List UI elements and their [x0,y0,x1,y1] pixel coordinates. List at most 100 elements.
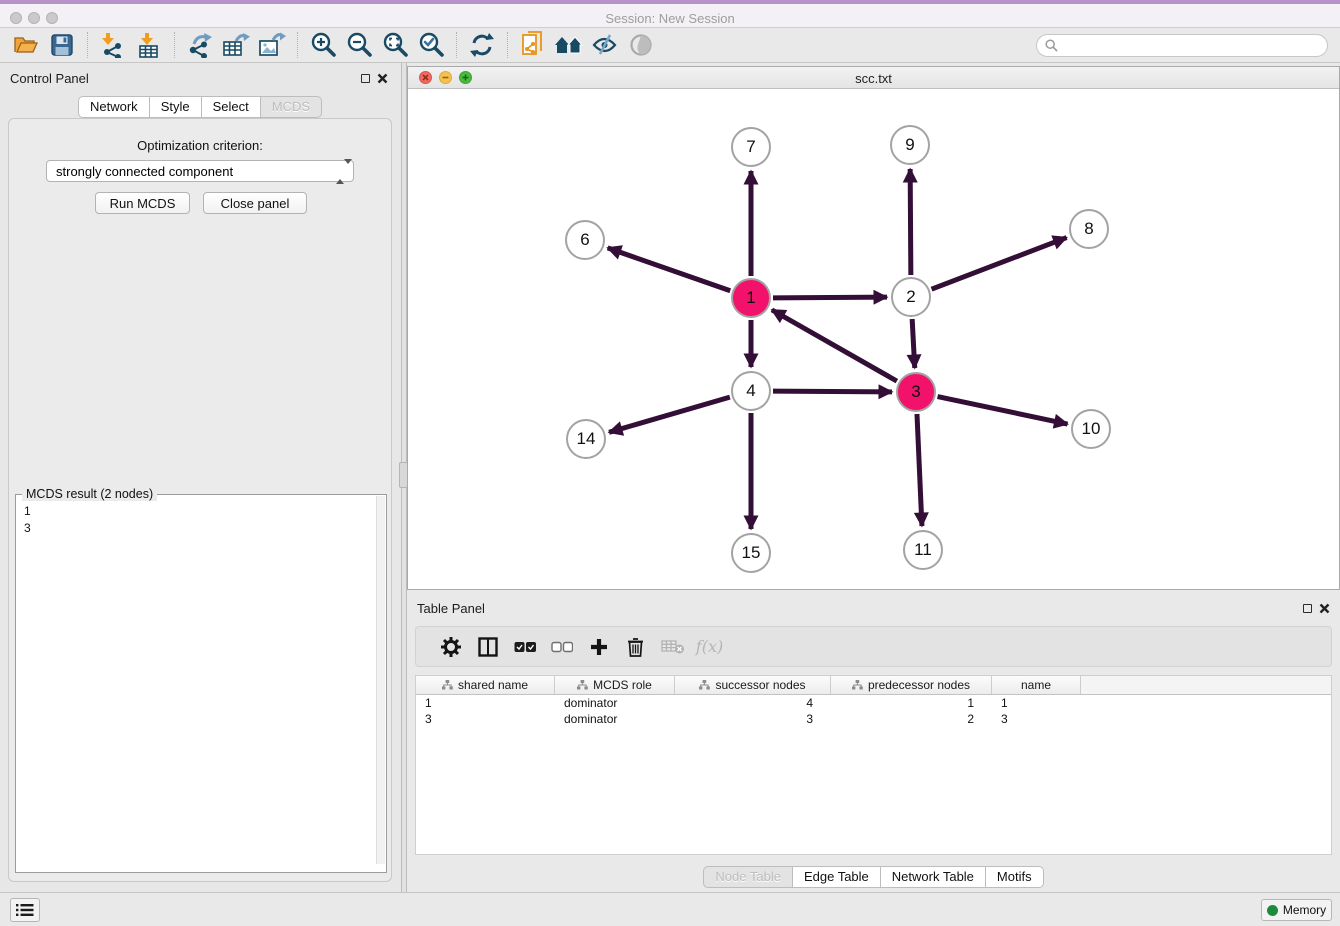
node-2[interactable]: 2 [891,277,931,317]
delete-table-button[interactable] [654,632,691,662]
cell-name-row1[interactable]: 1 [992,695,1081,711]
zoom-in-button[interactable] [305,30,341,60]
export-image-button[interactable] [254,30,290,60]
memory-button[interactable]: Memory [1261,899,1332,921]
optimization-criterion-select[interactable]: strongly connected component [46,160,354,182]
function-builder-button[interactable]: f(x) [691,632,728,662]
cell-predecessor-nodes-row1[interactable]: 1 [831,695,992,711]
node-10[interactable]: 10 [1071,409,1111,449]
cell-predecessor-nodes-row2[interactable]: 2 [831,711,992,727]
tab-select[interactable]: Select [202,96,261,118]
hide-panel-button[interactable] [587,30,623,60]
clone-network-button[interactable] [515,30,551,60]
show-columns-button[interactable] [469,632,506,662]
column-successor-nodes[interactable]: successor nodes [675,676,831,694]
node-table-header: shared nameMCDS rolesuccessor nodesprede… [416,676,1331,695]
close-panel-button[interactable]: Close panel [203,192,307,214]
edge-4-3[interactable] [773,391,892,392]
tab-network[interactable]: Network [78,96,150,118]
column-name[interactable]: name [992,676,1081,694]
zoom-selected-button[interactable] [413,30,449,60]
tab-motifs[interactable]: Motifs [986,866,1044,888]
export-network-icon [187,32,213,58]
node-14[interactable]: 14 [566,419,606,459]
node-1[interactable]: 1 [731,278,771,318]
edge-3-1[interactable] [772,310,897,381]
edge-1-6[interactable] [608,248,731,291]
column-predecessor-nodes[interactable]: predecessor nodes [831,676,992,694]
task-history-button[interactable] [10,898,40,922]
unselect-all-button[interactable] [543,632,580,662]
list-icon [16,903,34,917]
float-panel-icon[interactable] [361,74,370,83]
table-toolbar: f(x) [415,626,1332,667]
cell-mcds-role-row2[interactable]: dominator [555,711,675,727]
cell-successor-nodes-row2[interactable]: 3 [675,711,831,727]
node-table-body: 1dominator4113dominator323 [416,695,1331,727]
table-panel: Table Panel f(x) shared nameMCDS rolesuc… [407,595,1340,890]
select-all-button[interactable] [506,632,543,662]
result-scrollbar[interactable] [376,496,385,864]
node-3[interactable]: 3 [896,372,936,412]
column-header-name: name [1021,678,1051,692]
save-session-button[interactable] [44,30,80,60]
tab-mcds[interactable]: MCDS [261,96,322,118]
export-network-button[interactable] [182,30,218,60]
export-image-icon [258,32,286,58]
edge-3-10[interactable] [938,397,1068,424]
export-table-button[interactable] [218,30,254,60]
node-9[interactable]: 9 [890,125,930,165]
edge-2-3[interactable] [912,319,915,368]
tab-network-table[interactable]: Network Table [881,866,986,888]
edge-4-14[interactable] [609,397,730,432]
tab-style[interactable]: Style [150,96,202,118]
app-titlebar: Session: New Session [0,0,1340,28]
zoom-out-button[interactable] [341,30,377,60]
cell-mcds-role-row1[interactable]: dominator [555,695,675,711]
table-row[interactable]: 1dominator411 [416,695,1331,711]
table-close-icon[interactable] [1319,603,1330,614]
column-mcds-role[interactable]: MCDS role [555,676,675,694]
edge-1-2[interactable] [773,297,887,298]
cell-shared-name-row2[interactable]: 3 [416,711,555,727]
table-settings-button[interactable] [432,632,469,662]
import-table-button[interactable] [131,30,167,60]
memory-status-icon [1267,905,1278,916]
home-view-button[interactable] [551,30,587,60]
edge-2-9[interactable] [910,169,911,275]
delete-column-button[interactable] [617,632,654,662]
import-network-button[interactable] [95,30,131,60]
tab-edge-table[interactable]: Edge Table [793,866,881,888]
open-session-button[interactable] [8,30,44,60]
close-panel-icon[interactable] [377,73,388,84]
network-window-titlebar[interactable]: scc.txt [408,67,1339,89]
node-8[interactable]: 8 [1069,209,1109,249]
search-input[interactable] [1063,38,1319,52]
search-field[interactable] [1036,34,1328,57]
select-stepper-icon [336,164,346,180]
mcds-result-text[interactable]: 1 3 [16,495,386,537]
show-hidden-button[interactable] [623,30,659,60]
edge-3-11[interactable] [917,414,922,526]
cell-successor-nodes-row1[interactable]: 4 [675,695,831,711]
run-mcds-button[interactable]: Run MCDS [95,192,190,214]
node-15[interactable]: 15 [731,533,771,573]
status-bar: Memory [0,892,1340,926]
table-row[interactable]: 3dominator323 [416,711,1331,727]
apply-style-button[interactable] [464,30,500,60]
node-11[interactable]: 11 [903,530,943,570]
node-7[interactable]: 7 [731,127,771,167]
zoom-fit-button[interactable] [377,30,413,60]
tab-node-table[interactable]: Node Table [703,866,793,888]
edge-2-8[interactable] [932,238,1067,290]
node-6[interactable]: 6 [565,220,605,260]
column-shared-name[interactable]: shared name [416,676,555,694]
network-canvas[interactable]: 7 9 6 8 1 2 4 3 14 10 15 11 [408,89,1339,589]
cell-shared-name-row1[interactable]: 1 [416,695,555,711]
memory-label: Memory [1283,903,1326,917]
table-float-icon[interactable] [1303,604,1312,613]
node-4[interactable]: 4 [731,371,771,411]
optimization-criterion-label: Optimization criterion: [9,138,391,153]
add-column-button[interactable] [580,632,617,662]
cell-name-row2[interactable]: 3 [992,711,1081,727]
